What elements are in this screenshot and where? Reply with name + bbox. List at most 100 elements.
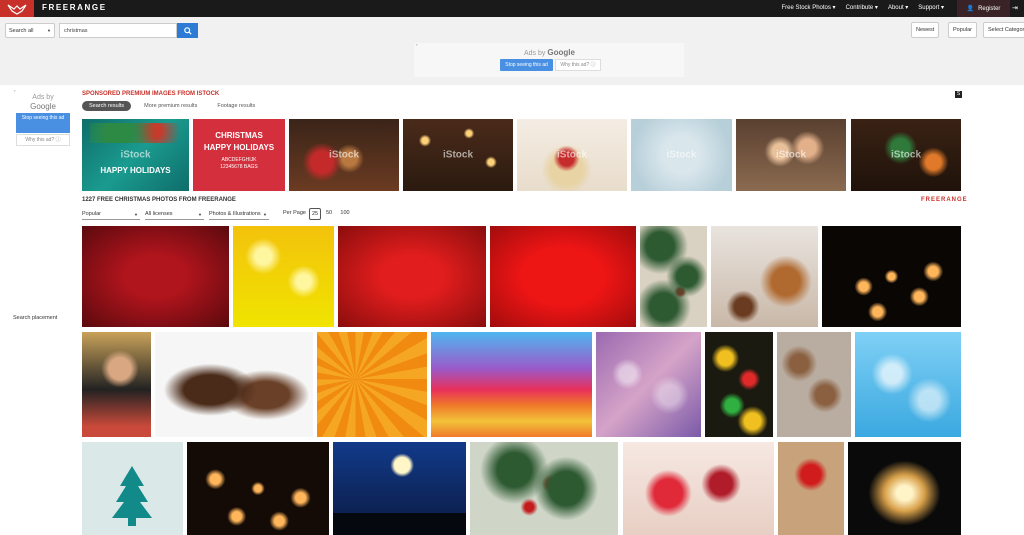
brand-name[interactable]: FREERANGE (42, 3, 107, 12)
filter-license-select[interactable]: All licenses ▼ (145, 209, 204, 220)
chevron-down-icon: ▼ (47, 28, 51, 33)
per-page-100[interactable]: 100 (339, 208, 351, 220)
register-button[interactable]: 👤 Register (957, 0, 1010, 17)
photo-golden-bokeh[interactable] (233, 226, 334, 327)
sort-popular-button[interactable]: Popular (948, 22, 977, 38)
nativity-silhouette (333, 513, 466, 535)
left-ad-label: Ads by Google (30, 93, 56, 112)
photo-tree-illustration[interactable] (82, 442, 183, 535)
sponsored-tabs: Search results More premium results Foot… (82, 101, 262, 111)
photo-candles-dark[interactable] (822, 226, 961, 327)
per-page-25[interactable]: 25 (309, 208, 321, 220)
istock-watermark: iStock (328, 149, 360, 161)
holly-decoration (90, 123, 182, 143)
filter-value: Photos & Illustrations (209, 211, 261, 217)
tab-more-premium-results[interactable]: More premium results (137, 101, 204, 111)
istock-image-tile[interactable]: iStock (736, 119, 846, 191)
nav-contribute[interactable]: Contribute ▾ (846, 4, 878, 11)
why-this-ad-button[interactable]: Why this ad? ⓘ (16, 134, 70, 146)
card-text: 12345678 BAGS (220, 164, 258, 170)
sort-newest-button[interactable]: Newest (911, 22, 940, 38)
photo-tea-lights[interactable] (187, 442, 329, 535)
chevron-down-icon: ▼ (198, 212, 202, 217)
photo-blue-bokeh[interactable] (855, 332, 961, 437)
filter-type-select[interactable]: Photos & Illustrations ▼ (209, 209, 269, 220)
istock-watermark: iStock (556, 149, 588, 161)
ad-choices-icon[interactable]: ⌜ (416, 44, 418, 50)
search-input[interactable]: christmas (59, 23, 177, 38)
photo-red-texture[interactable] (82, 226, 229, 327)
photo-golden-sparkle[interactable] (848, 442, 961, 535)
istock-image-tile[interactable]: HAPPY HOLIDAYS iStock (82, 119, 189, 191)
istock-image-tile[interactable]: iStock (289, 119, 399, 191)
per-page-50[interactable]: 50 (323, 208, 335, 220)
istock-image-tile[interactable]: iStock (631, 119, 732, 191)
freerange-logo[interactable] (0, 0, 34, 17)
user-icon: 👤 (966, 6, 975, 12)
istock-watermark: iStock (890, 149, 922, 161)
why-this-ad-button[interactable]: Why this ad? ⓘ (555, 59, 601, 71)
card-text: HAPPY HOLIDAYS (203, 143, 275, 152)
istock-watermark: iStock (442, 149, 474, 161)
card-text: ABCDEFGHIJK (221, 157, 257, 163)
top-ad-label: Ads by Google (524, 48, 575, 57)
istock-image-tile[interactable]: iStock (851, 119, 961, 191)
main-nav: Free Stock Photos ▾ Contribute ▾ About ▾… (782, 4, 944, 11)
card-text: HAPPY HOLIDAYS (100, 166, 171, 175)
istock-watermark: iStock (775, 149, 807, 161)
photo-holly-leaves[interactable] (640, 226, 707, 327)
ad-choices-icon[interactable]: ⌜ (14, 90, 16, 96)
search-scope-value: Search all (9, 28, 34, 34)
istock-watermark: iStock (120, 149, 151, 161)
photo-megaphone-illustration[interactable] (317, 332, 427, 437)
filter-value: Popular (82, 211, 101, 217)
photo-nativity-scene[interactable] (333, 442, 466, 535)
photo-red-gradient[interactable] (490, 226, 636, 327)
sponsored-title: SPONSORED PREMIUM IMAGES FROM ISTOCK (82, 91, 220, 97)
google-text: Google (547, 48, 575, 57)
istock-logo-icon[interactable]: S (955, 91, 962, 98)
photo-colorful-bokeh[interactable] (705, 332, 773, 437)
search-placement-label: Search placement (13, 315, 58, 321)
freerange-brand: FREERANGE (921, 197, 968, 203)
chevron-down-icon: ▼ (134, 212, 138, 217)
per-page-label: Per Page (283, 210, 306, 216)
search-button[interactable] (177, 23, 198, 38)
nav-support[interactable]: Support ▾ (918, 4, 944, 11)
photo-lollipop-lips[interactable] (623, 442, 774, 535)
photo-purple-bokeh[interactable] (596, 332, 701, 437)
photo-red-background[interactable] (338, 226, 486, 327)
photo-brown-bokeh[interactable] (777, 332, 851, 437)
nav-about[interactable]: About ▾ (888, 4, 908, 11)
photo-bundt-cake[interactable] (711, 226, 818, 327)
istock-watermark: iStock (666, 149, 697, 161)
photo-holly-berries[interactable] (470, 442, 618, 535)
left-ad: ⌜ Ads by Google Stop seeing this ad Why t… (10, 88, 74, 148)
nav-free-stock-photos[interactable]: Free Stock Photos ▾ (782, 4, 836, 11)
stop-seeing-ad-button[interactable]: Stop seeing this ad (16, 113, 70, 133)
photo-man-eating[interactable] (82, 332, 151, 437)
photo-marble-cake[interactable] (155, 332, 313, 437)
bird-logo-icon (7, 4, 27, 15)
istock-image-tile[interactable]: CHRISTMAS HAPPY HOLIDAYS ABCDEFGHIJK 123… (193, 119, 285, 191)
stop-seeing-ad-button[interactable]: Stop seeing this ad (500, 59, 553, 71)
google-text: Google (30, 102, 56, 111)
photo-colorful-waves[interactable] (431, 332, 592, 437)
filter-value: All licenses (145, 211, 173, 217)
results-title: 1227 FREE CHRISTMAS PHOTOS FROM FREERANG… (82, 197, 236, 203)
istock-image-tile[interactable]: iStock (517, 119, 627, 191)
card-text: CHRISTMAS (215, 131, 263, 140)
select-category-dropdown[interactable]: Select Category (983, 22, 1024, 38)
photo-red-bow[interactable] (778, 442, 844, 535)
login-icon[interactable]: ⇥ (1012, 4, 1018, 12)
search-scope-select[interactable]: Search all ▼ (5, 23, 55, 38)
chevron-down-icon: ▼ (263, 212, 267, 217)
ads-by-text: Ads by (524, 50, 546, 57)
filter-popular-select[interactable]: Popular ▼ (82, 209, 140, 220)
tab-search-results[interactable]: Search results (82, 101, 132, 111)
tab-footage-results[interactable]: Footage results (210, 101, 262, 111)
christmas-tree-icon (112, 466, 152, 526)
top-navbar: FREERANGE Free Stock Photos ▾ Contribute… (0, 0, 1024, 17)
register-label: Register (978, 5, 1001, 12)
istock-image-tile[interactable]: iStock (403, 119, 513, 191)
